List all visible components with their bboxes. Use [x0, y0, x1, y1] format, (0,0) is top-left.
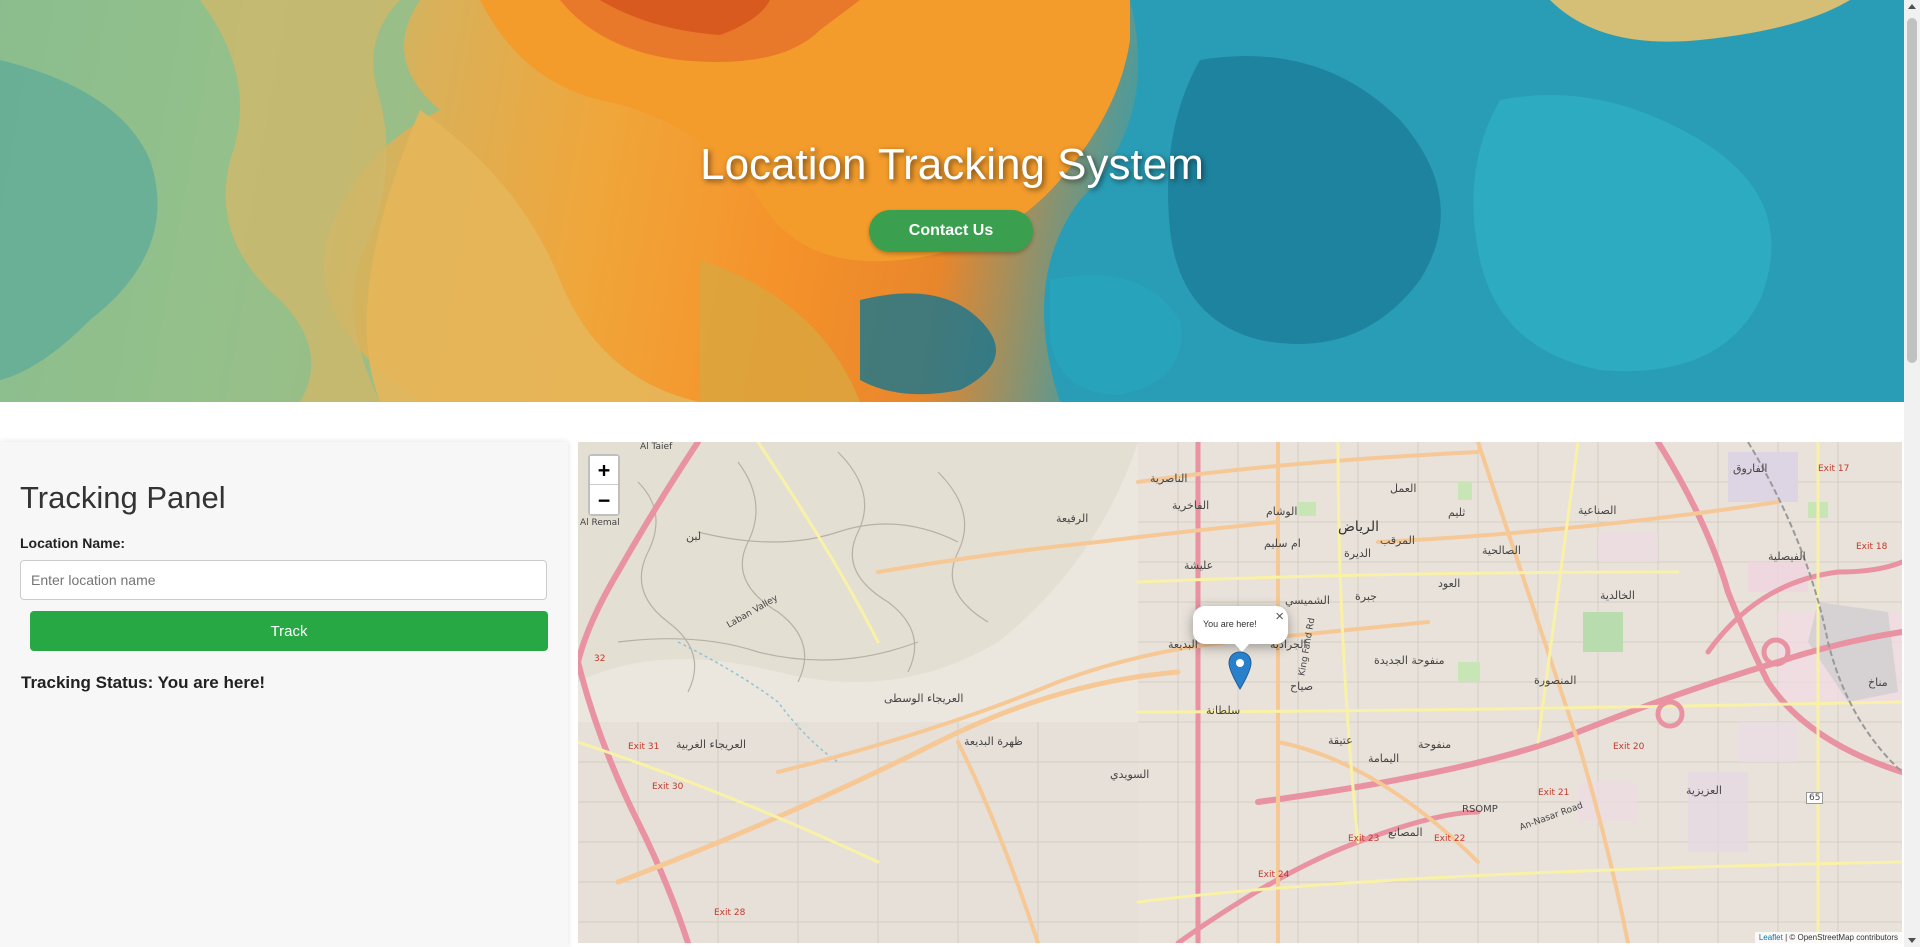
map-tiles[interactable]	[578, 442, 1902, 943]
map-label-utaiqah: عتيقة	[1328, 734, 1353, 747]
map-label-badiah: البديعة	[1168, 638, 1198, 651]
map-label-fakhriah: الفاخرية	[1172, 499, 1210, 512]
map-label-exit-30: Exit 30	[652, 782, 684, 792]
map-label-exit-22: Exit 22	[1434, 834, 1466, 844]
leaflet-link[interactable]: Leaflet	[1759, 933, 1783, 942]
map-label-jabrah: جبرة	[1355, 590, 1377, 603]
map-label-dhahrat-badiah: ظهرة البديعة	[964, 735, 1023, 748]
map-label-rafiah: الرفيعة	[1056, 512, 1089, 525]
map-label-shumaisi: الشميسي	[1285, 594, 1330, 607]
map-label-washam: الوشام	[1266, 505, 1298, 518]
map-label-sinaiyah: الصناعية	[1578, 504, 1617, 517]
location-name-label: Location Name:	[20, 535, 126, 551]
map-label-manfuhah: منفوحة	[1418, 738, 1452, 751]
location-name-input[interactable]	[20, 560, 547, 600]
map-label-masani: المصانع	[1388, 826, 1423, 839]
tracking-panel-title: Tracking Panel	[20, 480, 226, 515]
map-label-exit-24: Exit 24	[1258, 870, 1290, 880]
tracking-panel	[0, 442, 568, 947]
popup-close-icon[interactable]: ×	[1275, 608, 1284, 625]
map-label-riyadh: الرياض	[1338, 519, 1379, 535]
map-attribution: Leaflet | © OpenStreetMap contributors	[1754, 932, 1902, 943]
popup-text: You are here!	[1203, 619, 1257, 629]
map-label-faisaliyah: الفيصلية	[1768, 550, 1806, 563]
scroll-down-arrow-icon[interactable]	[1908, 938, 1916, 943]
map-label-yamamah: اليمامة	[1368, 752, 1400, 765]
map-label-route-32: 32	[594, 654, 606, 664]
map-label-exit-17: Exit 17	[1818, 464, 1850, 474]
hero-banner: Location Tracking System Contact Us	[0, 0, 1904, 402]
scroll-up-arrow-icon[interactable]	[1908, 4, 1916, 9]
track-button[interactable]: Track	[30, 611, 548, 651]
map-label-mansurah: المنصورة	[1534, 674, 1577, 687]
map-label-uraija-gharbiyah: العريجاء الغربية	[676, 738, 747, 751]
map-popup: You are here! ×	[1193, 606, 1288, 652]
map-label-al-remal: Al Remal	[580, 518, 620, 528]
map-label-ulaishah: عليشة	[1184, 559, 1214, 572]
tracking-status: Tracking Status: You are here!	[21, 673, 266, 692]
map-label-laban: لبن	[686, 530, 702, 543]
zoom-out-button[interactable]: −	[590, 485, 618, 514]
map-label-manfuhah-jadidah: منفوحة الجديدة	[1374, 654, 1445, 667]
map-label-faruq: الفاروق	[1733, 462, 1768, 475]
map-label-dirah: الديرة	[1344, 547, 1372, 560]
map-label-salihiyah: الصالحية	[1482, 544, 1521, 557]
map-label-murabba: المرقب	[1380, 534, 1415, 547]
contact-us-button[interactable]: Contact Us	[869, 210, 1033, 252]
zoom-control: + −	[588, 454, 620, 516]
map-label-exit-20: Exit 20	[1613, 742, 1645, 752]
map-label-route-65: 65	[1806, 792, 1824, 804]
zoom-in-button[interactable]: +	[590, 456, 618, 485]
map-label-exit-18: Exit 18	[1856, 542, 1888, 552]
map-label-umm-sulaim: ام سليم	[1264, 537, 1301, 550]
map-label-thulaim: ثليم	[1448, 506, 1466, 519]
map-label-sultanah: سلطانة	[1206, 704, 1241, 717]
map-label-khalidiyah: الخالدية	[1600, 589, 1635, 602]
map-label-exit-23: Exit 23	[1348, 834, 1380, 844]
map-label-naseriah: الناصرية	[1150, 472, 1188, 485]
scroll-thumb[interactable]	[1907, 18, 1917, 363]
map-label-manakh: مناخ	[1868, 676, 1888, 689]
map-view[interactable]: الرياض الناصرية الفاخرية الرفيعة الوشام …	[578, 442, 1902, 943]
attribution-text: | © OpenStreetMap contributors	[1782, 933, 1898, 942]
map-label-rsomp: RSOMP	[1462, 804, 1498, 815]
map-label-uraija-wusta: العريجاء الوسطى	[884, 692, 964, 705]
map-label-oud: العود	[1438, 577, 1461, 590]
map-label-aziziyah: العزيزية	[1686, 784, 1722, 797]
page-scrollbar[interactable]	[1904, 0, 1920, 947]
map-label-exit-28: Exit 28	[714, 908, 746, 918]
map-label-amal: العمل	[1390, 482, 1417, 495]
map-label-siyah: صياح	[1290, 680, 1314, 693]
map-label-exit-21: Exit 21	[1538, 788, 1570, 798]
topographic-background-image	[0, 0, 1904, 402]
location-marker-icon[interactable]	[1228, 651, 1252, 691]
map-label-suwaidi: السويدي	[1110, 768, 1150, 781]
map-label-al-taief: Al Taief	[640, 442, 673, 452]
map-label-exit-31: Exit 31	[628, 742, 660, 752]
page-title: Location Tracking System	[700, 140, 1204, 189]
